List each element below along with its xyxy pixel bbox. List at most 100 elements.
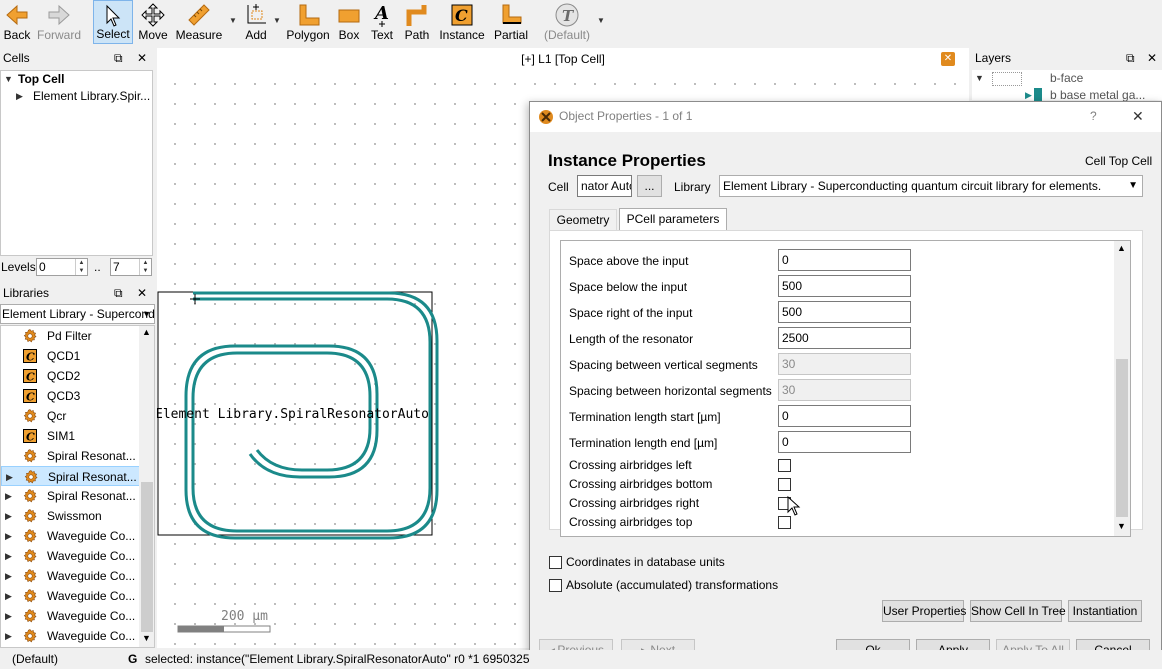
tree-item-top-cell[interactable]: Top Cell [18,71,64,88]
library-cell-item[interactable]: ▶ Waveguide Co... [1,626,141,646]
expand-arrow-icon[interactable]: ▶ [6,467,13,487]
library-cell-item[interactable]: ▶ Waveguide Co... [1,566,141,586]
library-cell-item[interactable]: Pd Filter [1,326,141,346]
param-value-field[interactable]: 30 [778,353,911,375]
param-checkbox[interactable] [778,478,791,491]
browse-cell-button[interactable]: ... [637,175,662,197]
mouse-cursor-icon [787,495,801,519]
library-cell-item[interactable]: Spiral Resonat... [1,446,141,466]
float-panel-icon[interactable]: ⧉ [114,283,123,303]
param-value-field[interactable]: 0 [778,249,911,271]
library-cell-item[interactable]: C QCD3 [1,386,141,406]
library-cell-item[interactable]: ▶ Swissmon [1,506,141,526]
library-cell-label: Swissmon [47,509,102,523]
expand-arrow-icon[interactable]: ▶ [16,91,23,102]
default-mode-button[interactable]: T (Default) [541,0,593,44]
library-cell-item[interactable]: C QCD1 [1,346,141,366]
param-value-field[interactable]: 500 [778,275,911,297]
param-value-field[interactable]: 0 [778,405,911,427]
float-panel-icon[interactable]: ⧉ [1126,48,1135,68]
param-value-field[interactable]: 500 [778,301,911,323]
close-view-icon[interactable]: ✕ [941,52,955,66]
expand-arrow-icon[interactable]: ▶ [5,546,12,566]
library-cell-item[interactable]: Qcr [1,406,141,426]
expand-arrow-icon[interactable]: ▶ [5,626,12,646]
scrollbar-thumb[interactable] [141,482,153,632]
path-button[interactable]: Path [402,0,432,44]
collapse-arrow-icon[interactable]: ▼ [4,74,13,84]
tab-geometry[interactable]: Geometry [549,209,617,231]
measure-dropdown-icon[interactable]: ▼ [229,16,237,25]
box-button[interactable]: Box [334,0,364,44]
scroll-down-icon[interactable]: ▼ [142,633,151,643]
abs-transform-label: Absolute (accumulated) transformations [566,578,779,592]
tree-item-spiral-resonator[interactable]: Element Library.Spir... [33,88,151,105]
float-panel-icon[interactable]: ⧉ [114,48,123,68]
param-value-field[interactable]: 2500 [778,327,911,349]
polygon-button[interactable]: Polygon [286,0,330,44]
scrollbar-thumb[interactable] [1116,359,1128,517]
instance-button[interactable]: C Instance [439,0,485,44]
text-button[interactable]: A Text [368,0,396,44]
close-panel-icon[interactable]: ✕ [137,283,147,303]
library-combobox[interactable]: Element Library - Superconducting quantu… [719,175,1143,197]
add-dropdown-icon[interactable]: ▼ [273,16,281,25]
help-button[interactable]: ? [1090,102,1097,130]
close-dialog-button[interactable]: ✕ [1132,102,1144,130]
scroll-up-icon[interactable]: ▲ [1117,243,1126,253]
library-cell-item[interactable]: ▶ Waveguide Co... [1,546,141,566]
library-cell-item[interactable]: ▶ Spiral Resonat... [1,466,141,486]
library-cell-item[interactable]: ▶ Waveguide Co... [1,526,141,546]
tab-pcell-parameters[interactable]: PCell parameters [619,208,727,231]
expand-arrow-icon[interactable]: ▶ [5,506,12,526]
expand-arrow-icon[interactable]: ▶ [1025,90,1032,101]
library-field-label: Library [674,180,711,194]
collapse-arrow-icon[interactable]: ▼ [975,73,984,83]
close-panel-icon[interactable]: ✕ [137,48,147,68]
param-value-field[interactable]: 30 [778,379,911,401]
library-list-scrollbar[interactable]: ▲ ▼ [139,326,154,647]
library-cell-label: Qcr [47,409,67,423]
library-select[interactable]: Element Library - Supercond ▼ [0,304,155,324]
library-cell-item[interactable]: C QCD2 [1,366,141,386]
partial-button[interactable]: Partial [492,0,530,44]
coords-db-units-checkbox[interactable] [549,556,562,569]
spin-arrows-icon[interactable]: ▲ ▼ [75,259,87,275]
levels-to-spinbox[interactable]: 7 ▲ ▼ [110,258,152,276]
select-button[interactable]: Select [93,0,133,44]
layer-item-b-face[interactable]: b-face [1050,70,1083,87]
cells-panel-header: Cells ⧉ ✕ [0,48,155,68]
expand-arrow-icon[interactable]: ▶ [5,606,12,626]
default-dropdown-icon[interactable]: ▼ [597,16,605,25]
scroll-down-icon[interactable]: ▼ [1117,521,1126,531]
spin-arrows-icon[interactable]: ▲ ▼ [139,259,151,275]
show-cell-in-tree-button[interactable]: Show Cell In Tree [970,600,1066,622]
close-panel-icon[interactable]: ✕ [1147,48,1157,68]
expand-arrow-icon[interactable]: ▶ [5,486,12,506]
expand-arrow-icon[interactable]: ▶ [5,586,12,606]
library-cell-item[interactable]: ▶ Waveguide Co... [1,606,141,626]
gear-icon [23,549,37,563]
svg-text:T: T [562,7,575,25]
levels-from-spinbox[interactable]: 0 ▲ ▼ [36,258,88,276]
measure-button[interactable]: Measure [176,0,222,44]
library-cell-item[interactable]: C SIM1 [1,426,141,446]
abs-transform-checkbox[interactable] [549,579,562,592]
param-value-field[interactable]: 0 [778,431,911,453]
forward-button[interactable]: Forward [36,0,82,44]
add-button[interactable]: Add [241,0,271,44]
params-scrollbar[interactable]: ▲ ▼ [1114,241,1130,536]
scroll-up-icon[interactable]: ▲ [142,327,151,337]
library-cell-item[interactable]: ▶ Spiral Resonat... [1,486,141,506]
expand-arrow-icon[interactable]: ▶ [5,566,12,586]
library-cell-label: Waveguide Co... [47,549,136,563]
param-checkbox[interactable] [778,459,791,472]
move-button[interactable]: Move [136,0,170,44]
expand-arrow-icon[interactable]: ▶ [5,526,12,546]
instantiation-button[interactable]: Instantiation [1068,600,1142,622]
back-button[interactable]: Back [2,0,32,44]
library-cell-label: Waveguide Co... [47,629,136,643]
cell-name-field[interactable]: nator Auto [577,175,632,197]
user-properties-button[interactable]: User Properties [882,600,966,622]
library-cell-item[interactable]: ▶ Waveguide Co... [1,586,141,606]
